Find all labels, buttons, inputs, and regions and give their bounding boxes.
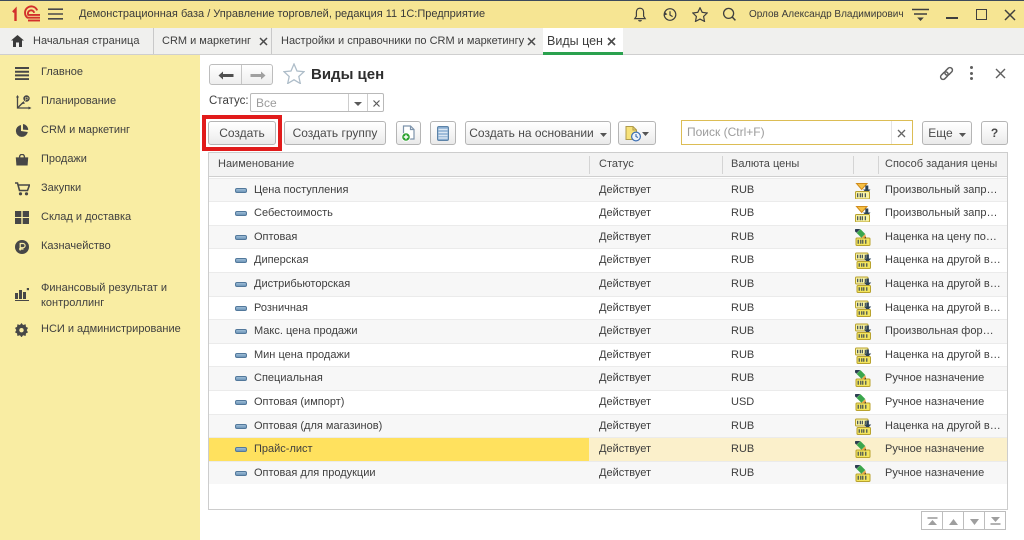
svg-text:P: P <box>25 97 29 103</box>
